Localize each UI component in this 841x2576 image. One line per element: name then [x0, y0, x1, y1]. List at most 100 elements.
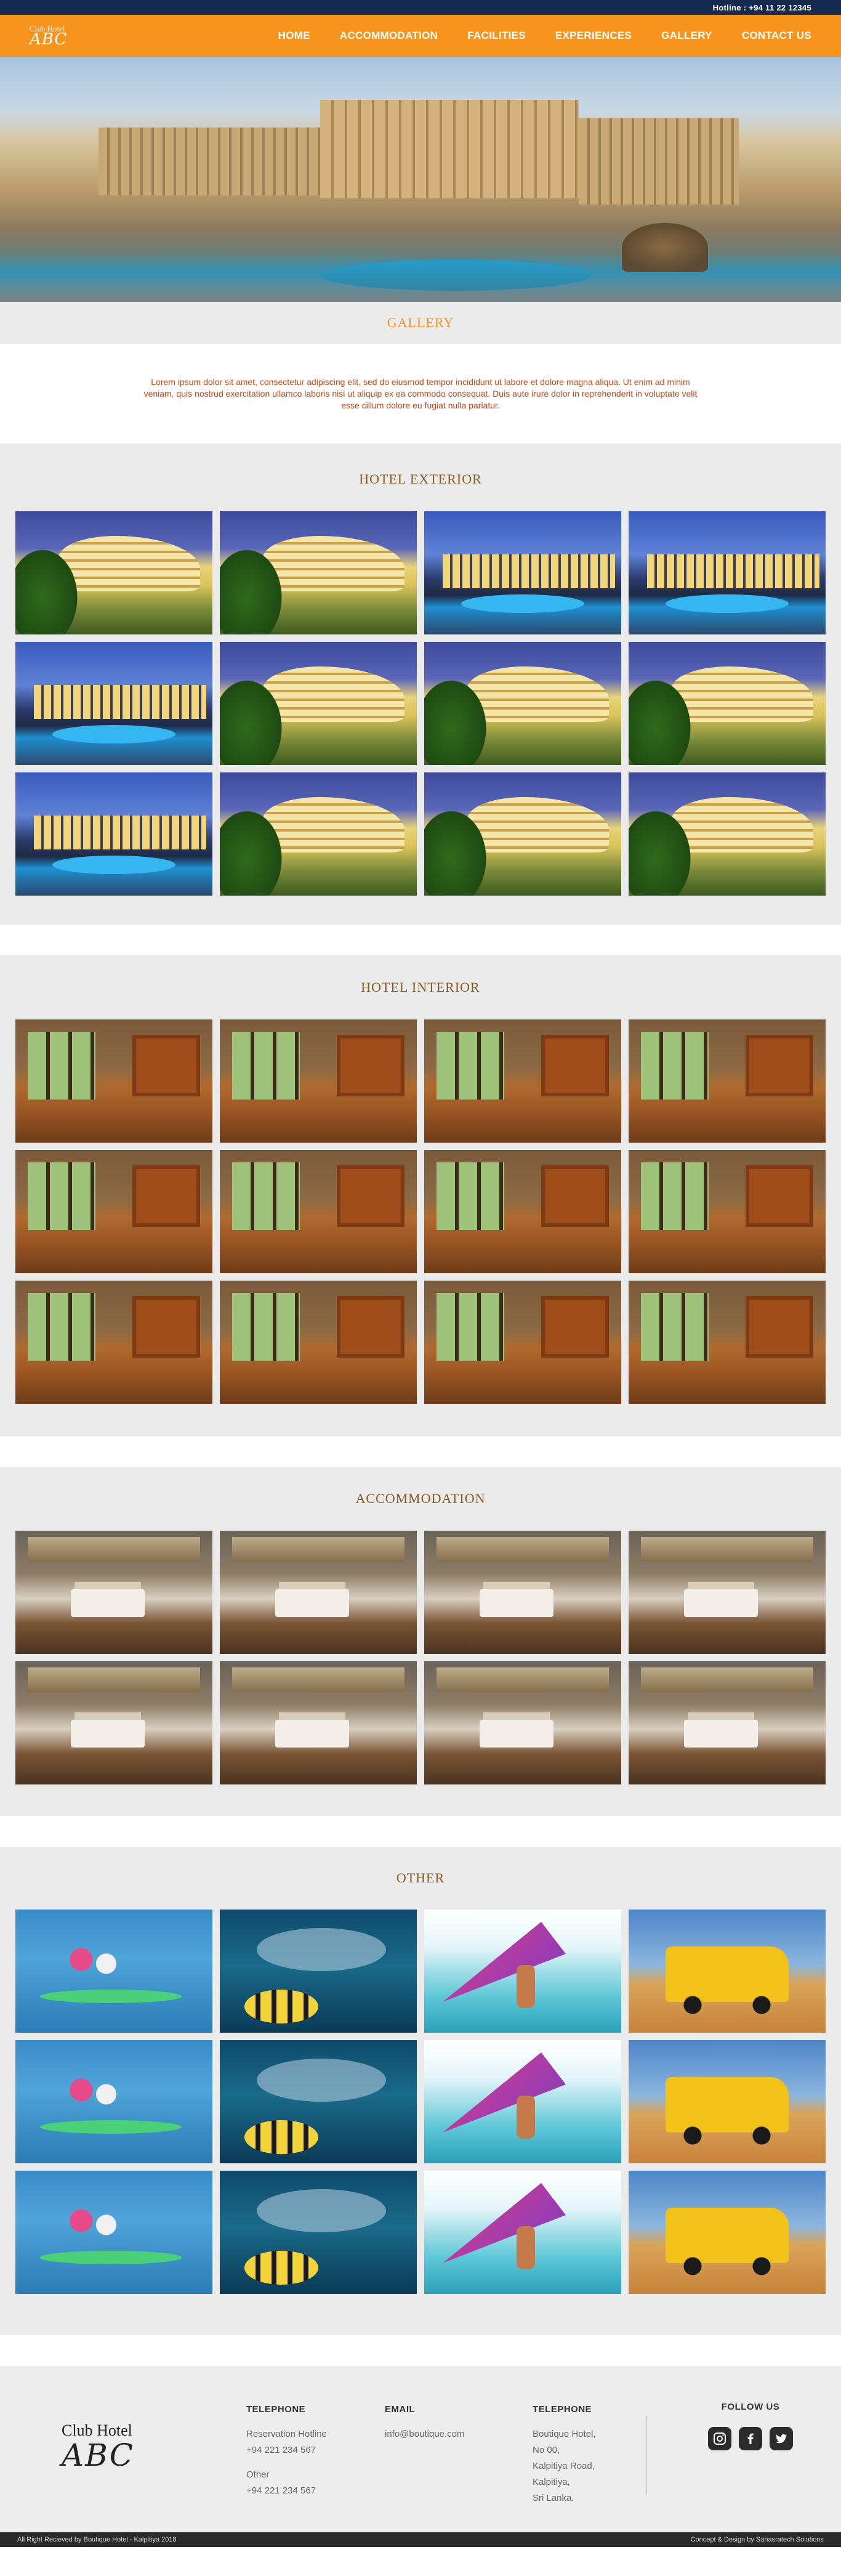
- footer-phone[interactable]: +94 221 234 567: [246, 2483, 327, 2499]
- gallery-thumbnail[interactable]: [424, 1661, 621, 1784]
- footer-telephone: TELEPHONE Reservation Hotline +94 221 23…: [246, 2402, 327, 2499]
- nav-contact-us[interactable]: CONTACT US: [742, 30, 811, 42]
- footer-heading: TELEPHONE: [533, 2404, 592, 2415]
- gallery-thumbnail[interactable]: [629, 642, 826, 765]
- gallery-thumbnail[interactable]: [424, 642, 621, 765]
- gallery-thumbnail[interactable]: [424, 511, 621, 634]
- gallery-thumbnail[interactable]: [424, 2171, 621, 2294]
- footer-logo[interactable]: Club Hotel ABC: [62, 2421, 134, 2473]
- footer-heading: TELEPHONE: [246, 2404, 306, 2415]
- footer-text: Kalpitiya,: [533, 2477, 570, 2487]
- gallery-thumbnail[interactable]: [424, 1150, 621, 1273]
- footer-follow-us: FOLLOW US: [708, 2402, 793, 2450]
- gallery-thumbnail[interactable]: [629, 1531, 826, 1654]
- section-title: OTHER: [396, 1870, 445, 1885]
- gallery-thumbnail[interactable]: [220, 642, 417, 765]
- gallery-thumbnail[interactable]: [15, 2171, 212, 2294]
- gallery-thumbnail[interactable]: [424, 1910, 621, 2033]
- section-other: OTHER: [0, 1847, 841, 2335]
- gallery-thumbnail[interactable]: [424, 1019, 621, 1143]
- footer-text: Sri Lanka.: [533, 2493, 574, 2503]
- footer-text: Other: [246, 2469, 270, 2480]
- gallery-thumbnail[interactable]: [220, 1150, 417, 1273]
- gallery-thumbnail[interactable]: [220, 1531, 417, 1654]
- logo-line2: ABC: [30, 30, 68, 49]
- footer-text: Reservation Hotline: [246, 2429, 327, 2439]
- gallery-thumbnail[interactable]: [15, 1281, 212, 1404]
- hero-building-left: [99, 128, 320, 195]
- page-title: GALLERY: [387, 315, 454, 330]
- site-logo[interactable]: Club Hotel ABC: [30, 25, 67, 47]
- gallery-thumbnail[interactable]: [15, 1019, 212, 1143]
- footer-email: EMAIL info@boutique.com: [385, 2402, 464, 2442]
- gallery-thumbnail[interactable]: [220, 1661, 417, 1784]
- gallery-thumbnail[interactable]: [629, 2040, 826, 2163]
- gallery-thumbnail[interactable]: [629, 511, 826, 634]
- site-footer: Club Hotel ABC TELEPHONE Reservation Hot…: [0, 2366, 841, 2532]
- gallery-thumbnail[interactable]: [424, 1531, 621, 1654]
- gallery-thumbnail[interactable]: [220, 772, 417, 896]
- gallery-thumbnail[interactable]: [424, 772, 621, 896]
- footer-text: Kalpitiya Road,: [533, 2461, 595, 2471]
- gallery-thumbnail[interactable]: [15, 772, 212, 896]
- gallery-thumbnail[interactable]: [629, 1281, 826, 1404]
- gallery-grid: [0, 1019, 841, 1404]
- gallery-thumbnail[interactable]: [629, 1910, 826, 2033]
- gallery-thumbnail[interactable]: [15, 1531, 212, 1654]
- nav-menu: HOME ACCOMMODATION FACILITIES EXPERIENCE…: [249, 30, 811, 42]
- footer-heading: FOLLOW US: [721, 2402, 780, 2412]
- gallery-thumbnail[interactable]: [15, 1661, 212, 1784]
- gallery-thumbnail[interactable]: [629, 1661, 826, 1784]
- intro-block: Lorem ipsum dolor sit amet, consectetur …: [0, 344, 841, 444]
- nav-accommodation[interactable]: ACCOMMODATION: [340, 30, 438, 42]
- nav-facilities[interactable]: FACILITIES: [467, 30, 526, 42]
- gallery-thumbnail[interactable]: [220, 1019, 417, 1143]
- social-links: [708, 2427, 793, 2450]
- gallery-thumbnail[interactable]: [220, 1281, 417, 1404]
- gallery-thumbnail[interactable]: [220, 511, 417, 634]
- footer-address: TELEPHONE Boutique Hotel, No 00, Kalpiti…: [533, 2402, 596, 2506]
- footer-text: No 00,: [533, 2445, 560, 2455]
- hero-image: [0, 57, 841, 302]
- page-title-band: GALLERY: [0, 302, 841, 344]
- main-nav: Club Hotel ABC HOME ACCOMMODATION FACILI…: [0, 15, 841, 57]
- nav-home[interactable]: HOME: [278, 30, 310, 42]
- gallery-thumbnail[interactable]: [220, 2171, 417, 2294]
- footer-text: Boutique Hotel,: [533, 2429, 596, 2439]
- twitter-icon[interactable]: [770, 2427, 793, 2450]
- gallery-thumbnail[interactable]: [629, 2171, 826, 2294]
- footer-phone[interactable]: +94 221 234 567: [246, 2442, 327, 2458]
- hotline-text: Hotline : +94 11 22 12345: [712, 2, 811, 12]
- footer-divider: [646, 2415, 647, 2495]
- gallery-grid: [0, 511, 841, 896]
- footer-email-link[interactable]: info@boutique.com: [385, 2426, 464, 2442]
- bottom-bar: All Right Recieved by Boutique Hotel - K…: [0, 2532, 841, 2547]
- gallery-thumbnail[interactable]: [629, 772, 826, 896]
- facebook-icon[interactable]: [739, 2427, 762, 2450]
- gallery-thumbnail[interactable]: [424, 2040, 621, 2163]
- gallery-thumbnail[interactable]: [220, 1910, 417, 2033]
- hero-building-center: [320, 100, 579, 198]
- hero-ground: [0, 246, 841, 302]
- section-title: ACCOMMODATION: [355, 1491, 486, 1506]
- gallery-thumbnail[interactable]: [15, 1150, 212, 1273]
- nav-experiences[interactable]: EXPERIENCES: [555, 30, 632, 42]
- section-hotel-exterior: HOTEL EXTERIOR: [0, 444, 841, 925]
- footer-logo-line2: ABC: [62, 2437, 135, 2473]
- nav-gallery[interactable]: GALLERY: [661, 30, 712, 42]
- hotline-bar: Hotline : +94 11 22 12345: [0, 0, 841, 15]
- copyright-text: All Right Recieved by Boutique Hotel - K…: [17, 2536, 177, 2543]
- credit-text[interactable]: Concept & Design by Sahasratech Solution…: [691, 2536, 824, 2543]
- gallery-thumbnail[interactable]: [15, 1910, 212, 2033]
- gallery-thumbnail[interactable]: [629, 1019, 826, 1143]
- gallery-thumbnail[interactable]: [15, 642, 212, 765]
- instagram-icon[interactable]: [708, 2427, 731, 2450]
- gallery-thumbnail[interactable]: [629, 1150, 826, 1273]
- gallery-thumbnail[interactable]: [15, 2040, 212, 2163]
- section-title: HOTEL EXTERIOR: [359, 471, 482, 487]
- gallery-thumbnail[interactable]: [424, 1281, 621, 1404]
- section-hotel-interior: HOTEL INTERIOR: [0, 955, 841, 1436]
- gallery-thumbnail[interactable]: [15, 511, 212, 634]
- gallery-grid: [0, 1910, 841, 2294]
- gallery-thumbnail[interactable]: [220, 2040, 417, 2163]
